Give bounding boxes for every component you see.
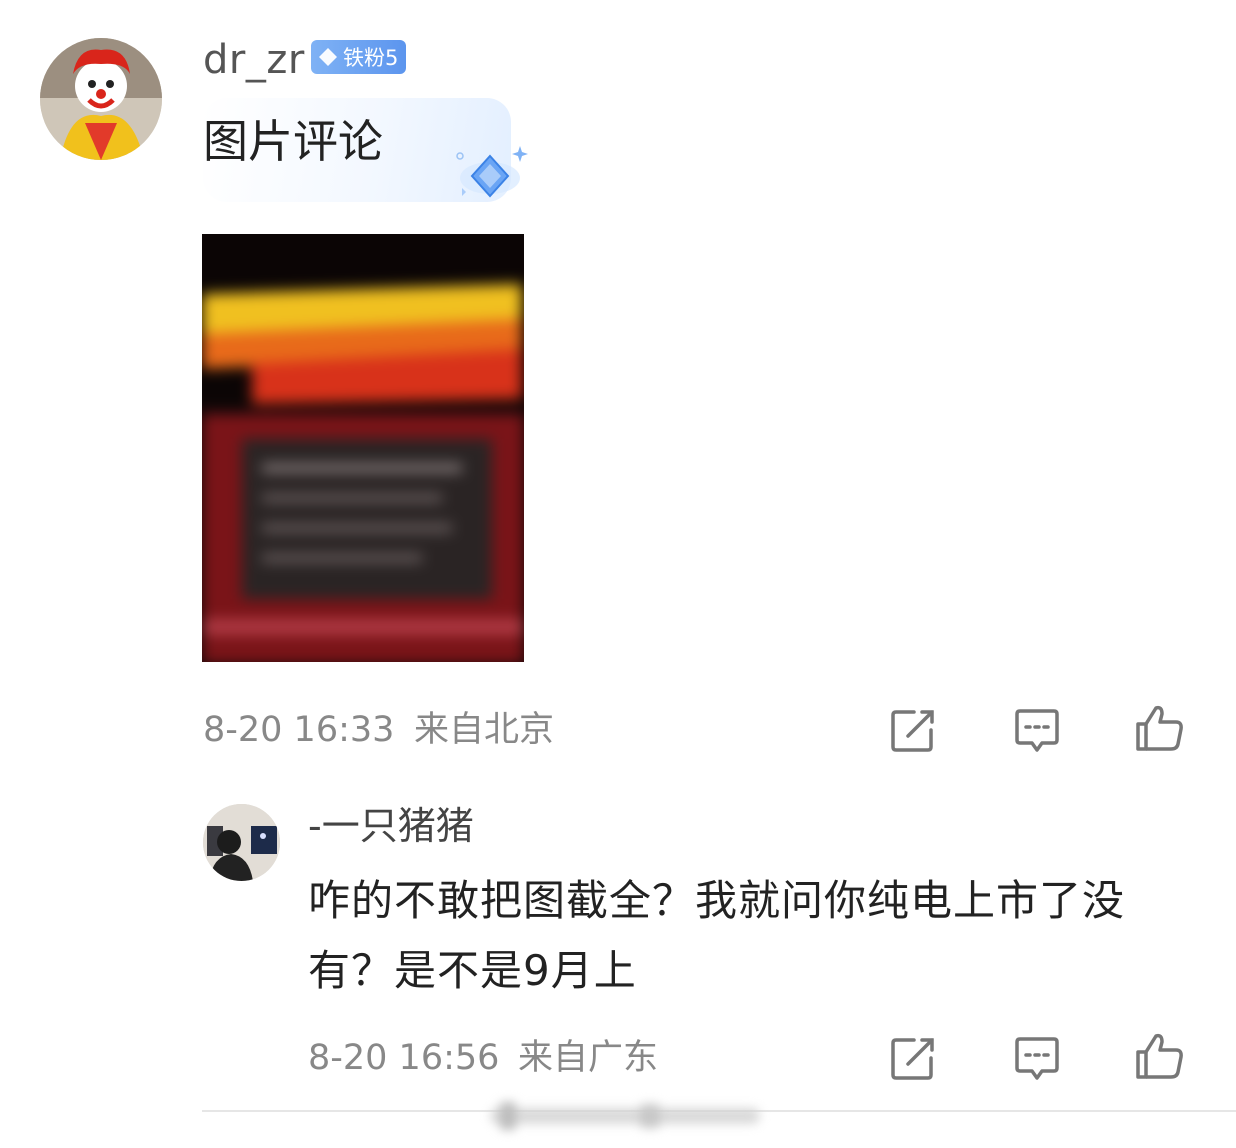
comment-text: 图片评论 <box>203 115 384 168</box>
reply-text: 咋的不敢把图截全？我就问你纯电上市了没有？是不是9月上 <box>308 876 1126 995</box>
share-icon[interactable] <box>888 706 938 756</box>
badge-label: 铁粉5 <box>343 46 399 70</box>
comment-location: 来自北京 <box>414 710 555 750</box>
watermark <box>490 1102 760 1130</box>
comment-icon[interactable] <box>1012 706 1062 756</box>
comment-timestamp: 8-20 16:33 <box>203 710 395 750</box>
thumbs-up-icon[interactable] <box>1134 702 1184 752</box>
reply-timestamp: 8-20 16:56 <box>308 1038 500 1078</box>
share-icon[interactable] <box>888 1034 938 1084</box>
comment-icon[interactable] <box>1012 1034 1062 1084</box>
comment-image[interactable] <box>202 234 524 662</box>
reply-username[interactable]: -一只猪猪 <box>308 802 474 850</box>
bubble-gem-icon <box>456 146 528 198</box>
thumbs-up-icon[interactable] <box>1134 1030 1184 1080</box>
commenter-avatar[interactable] <box>40 38 162 160</box>
reply-avatar[interactable] <box>203 804 280 881</box>
reply-location: 来自广东 <box>518 1038 659 1078</box>
diamond-icon <box>319 48 337 66</box>
fan-level-badge: 铁粉5 <box>311 40 407 74</box>
commenter-username[interactable]: dr_zr <box>203 38 305 82</box>
